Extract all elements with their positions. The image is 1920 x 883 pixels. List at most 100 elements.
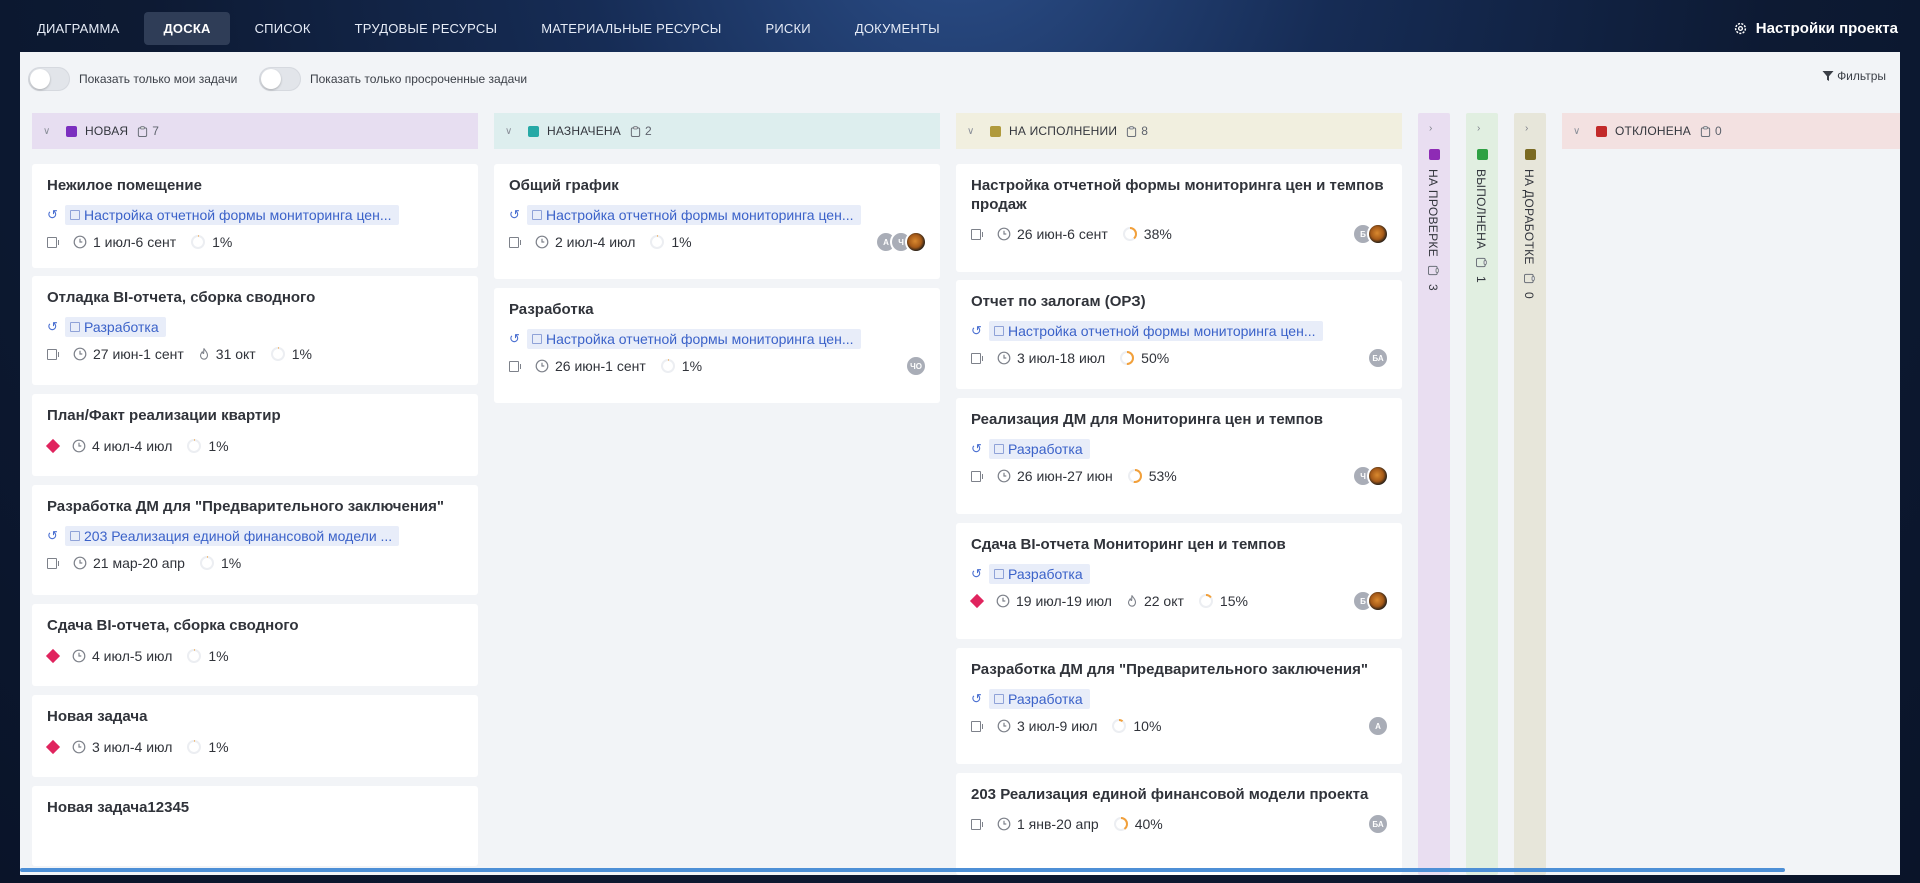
- tab-material-resources[interactable]: МАТЕРИАЛЬНЫЕ РЕСУРСЫ: [522, 12, 740, 45]
- clipboard-icon: [1427, 265, 1439, 276]
- task-count-value: 2: [645, 124, 652, 138]
- parent-task-link[interactable]: Настройка отчетной формы мониторинга цен…: [527, 205, 861, 225]
- task-card[interactable]: Новая задача12345: [32, 786, 478, 866]
- subtask-link-icon: ↺: [509, 331, 520, 346]
- task-title: Настройка отчетной формы мониторинга цен…: [971, 177, 1384, 213]
- chevron-down-icon[interactable]: ∨: [505, 126, 519, 137]
- task-dates: 4 июл-4 июл: [92, 438, 173, 454]
- parent-task-link[interactable]: 203 Реализация единой финансовой модели …: [65, 526, 400, 546]
- avatar[interactable]: БА: [1367, 347, 1389, 369]
- column-rework-collapsed[interactable]: › НА ДОРАБОТКЕ 0: [1514, 113, 1546, 875]
- parent-task-link[interactable]: Разработка: [989, 689, 1090, 709]
- progress-ring: [270, 347, 285, 361]
- parent-task-link[interactable]: Разработка: [989, 439, 1090, 459]
- task-progress: 15%: [1219, 593, 1248, 609]
- parent-task-link[interactable]: Настройка отчетной формы мониторинга цен…: [527, 329, 861, 349]
- clipboard-icon: [1127, 125, 1137, 137]
- chevron-right-icon[interactable]: ›: [1429, 123, 1432, 134]
- progress-ring: [1113, 817, 1128, 831]
- clock-icon: [996, 594, 1010, 608]
- tab-risks[interactable]: РИСКИ: [747, 12, 830, 45]
- avatar-photo[interactable]: [1367, 465, 1389, 487]
- chevron-right-icon[interactable]: ›: [1525, 123, 1528, 134]
- task-card[interactable]: Новая задача 3 июл-4 июл 1%: [32, 695, 478, 777]
- task-progress: 1%: [220, 555, 242, 571]
- tab-board[interactable]: ДОСКА: [144, 12, 230, 45]
- tab-list[interactable]: СПИСОК: [236, 12, 330, 45]
- task-title: Отчет по залогам (ОРЗ): [971, 293, 1146, 310]
- chevron-down-icon[interactable]: ∨: [43, 126, 57, 137]
- avatar-photo[interactable]: [1367, 590, 1389, 612]
- document-icon: [532, 334, 542, 344]
- column-header-assigned[interactable]: ∨ НАЗНАЧЕНА 2: [494, 113, 940, 149]
- task-dates: 4 июл-5 июл: [92, 648, 173, 664]
- project-settings-button[interactable]: Настройки проекта: [1733, 20, 1898, 37]
- clock-icon: [997, 227, 1011, 241]
- task-title: План/Факт реализации квартир: [47, 407, 281, 424]
- overdue-toggle[interactable]: [259, 67, 301, 91]
- status-color-swatch: [1525, 149, 1536, 160]
- task-card[interactable]: Сдача BI-отчета, сборка сводного 4 июл-5…: [32, 604, 478, 686]
- column-header-in-progress[interactable]: ∨ НА ИСПОЛНЕНИИ 8: [956, 113, 1402, 149]
- parent-task-link[interactable]: Разработка: [65, 317, 166, 337]
- task-card[interactable]: Отчет по залогам (ОРЗ) ↺ Настройка отчет…: [956, 280, 1402, 389]
- column-in-progress: ∨ НА ИСПОЛНЕНИИ 8 Настройка отчетной фор…: [956, 113, 1402, 875]
- task-card[interactable]: Настройка отчетной формы мониторинга цен…: [956, 164, 1402, 272]
- task-card[interactable]: План/Факт реализации квартир 4 июл-4 июл…: [32, 394, 478, 476]
- parent-task-label: Настройка отчетной формы мониторинга цен…: [84, 207, 392, 223]
- tab-diagram[interactable]: ДИАГРАММА: [18, 12, 138, 45]
- task-card[interactable]: Разработка ↺ Настройка отчетной формы мо…: [494, 288, 940, 403]
- task-card[interactable]: Разработка ДМ для "Предварительного закл…: [32, 485, 478, 595]
- task-card[interactable]: Разработка ДМ для "Предварительного закл…: [956, 648, 1402, 764]
- subtask-link-icon: ↺: [971, 441, 982, 456]
- board-toolbar: Показать только мои задачи Показать толь…: [20, 52, 1900, 102]
- parent-task-link[interactable]: Настройка отчетной формы мониторинга цен…: [989, 321, 1323, 341]
- task-count-value: 3: [1426, 284, 1440, 291]
- column-review-collapsed[interactable]: › НА ПРОВЕРКЕ 3: [1418, 113, 1450, 875]
- task-card[interactable]: Нежилое помещение ↺ Настройка отчетной ф…: [32, 164, 478, 268]
- chevron-right-icon[interactable]: ›: [1477, 123, 1480, 134]
- chevron-down-icon[interactable]: ∨: [967, 126, 981, 137]
- column-header-new[interactable]: ∨ НОВАЯ 7: [32, 113, 478, 149]
- clock-icon: [997, 351, 1011, 365]
- tab-labor-resources[interactable]: ТРУДОВЫЕ РЕСУРСЫ: [336, 12, 517, 45]
- parent-task-link[interactable]: Разработка: [989, 564, 1090, 584]
- avatar[interactable]: БА: [1367, 813, 1389, 835]
- project-settings-label: Настройки проекта: [1755, 20, 1898, 37]
- column-title: ВЫПОЛНЕНА: [1474, 169, 1488, 250]
- filters-button[interactable]: Фильтры: [1822, 69, 1886, 83]
- progress-ring: [1120, 351, 1135, 365]
- milestone-icon: [45, 648, 61, 664]
- document-icon: [994, 694, 1004, 704]
- tab-documents[interactable]: ДОКУМЕНТЫ: [836, 12, 959, 45]
- avatar[interactable]: А: [1367, 715, 1389, 737]
- my-tasks-toggle[interactable]: [28, 67, 70, 91]
- assignees: Б: [1352, 590, 1389, 612]
- task-card[interactable]: Реализация ДМ для Мониторинга цен и темп…: [956, 398, 1402, 514]
- avatar-photo[interactable]: [1367, 223, 1389, 245]
- parent-task-link[interactable]: Настройка отчетной формы мониторинга цен…: [65, 205, 399, 225]
- task-card[interactable]: Сдача BI-отчета Мониторинг цен и темпов …: [956, 523, 1402, 639]
- task-title: Общий график: [509, 177, 619, 194]
- column-done-collapsed[interactable]: › ВЫПОЛНЕНА 1: [1466, 113, 1498, 875]
- status-color-swatch: [1477, 149, 1488, 160]
- column-header-rejected[interactable]: ∨ ОТКЛОНЕНА 0: [1562, 113, 1900, 149]
- column-title: ОТКЛОНЕНА: [1615, 124, 1692, 138]
- column-title: НАЗНАЧЕНА: [547, 124, 621, 138]
- task-card[interactable]: 203 Реализация единой финансовой модели …: [956, 773, 1402, 875]
- task-card[interactable]: Общий график ↺ Настройка отчетной формы …: [494, 164, 940, 279]
- clipboard-icon: [1523, 273, 1535, 283]
- avatar-photo[interactable]: [905, 231, 927, 253]
- progress-ring: [1127, 469, 1142, 483]
- progress-ring: [187, 649, 202, 663]
- parent-task-label: Разработка: [1008, 691, 1083, 707]
- view-tabs: ДИАГРАММА ДОСКА СПИСОК ТРУДОВЫЕ РЕСУРСЫ …: [18, 12, 959, 45]
- avatar[interactable]: ЧО: [905, 355, 927, 377]
- task-card[interactable]: Отладка BI-отчета, сборка сводного ↺ Раз…: [32, 276, 478, 385]
- document-icon: [70, 531, 80, 541]
- horizontal-scrollbar[interactable]: [20, 868, 1785, 872]
- chevron-down-icon[interactable]: ∨: [1573, 126, 1587, 137]
- clock-icon: [535, 359, 549, 373]
- assignees: А Ч: [875, 231, 927, 253]
- assignees: БА: [1367, 347, 1389, 369]
